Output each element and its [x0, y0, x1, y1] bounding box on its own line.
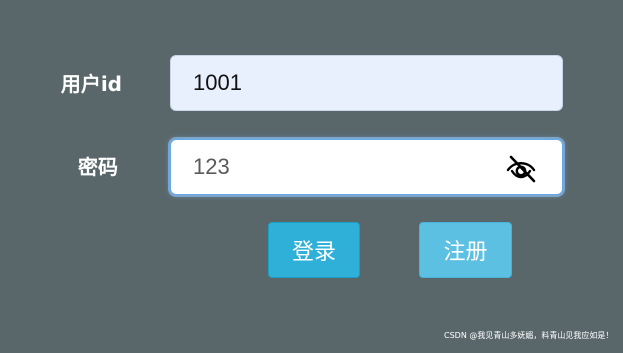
- register-button[interactable]: 注册: [419, 222, 512, 278]
- login-page: 用户id 1001 密码 123 登录 注册 CSDN @我见青山多妩媚，料青山…: [0, 0, 623, 353]
- userid-value: 1001: [193, 70, 242, 95]
- watermark-text: CSDN @我见青山多妩媚，料青山见我应如是！: [444, 331, 614, 340]
- password-input[interactable]: 123: [170, 139, 563, 195]
- userid-input[interactable]: 1001: [170, 55, 563, 111]
- userid-label: 用户id: [60, 72, 122, 96]
- password-value: 123: [193, 154, 230, 179]
- password-label: 密码: [78, 155, 118, 179]
- eye-slash-icon[interactable]: [504, 152, 538, 184]
- login-button[interactable]: 登录: [268, 222, 360, 278]
